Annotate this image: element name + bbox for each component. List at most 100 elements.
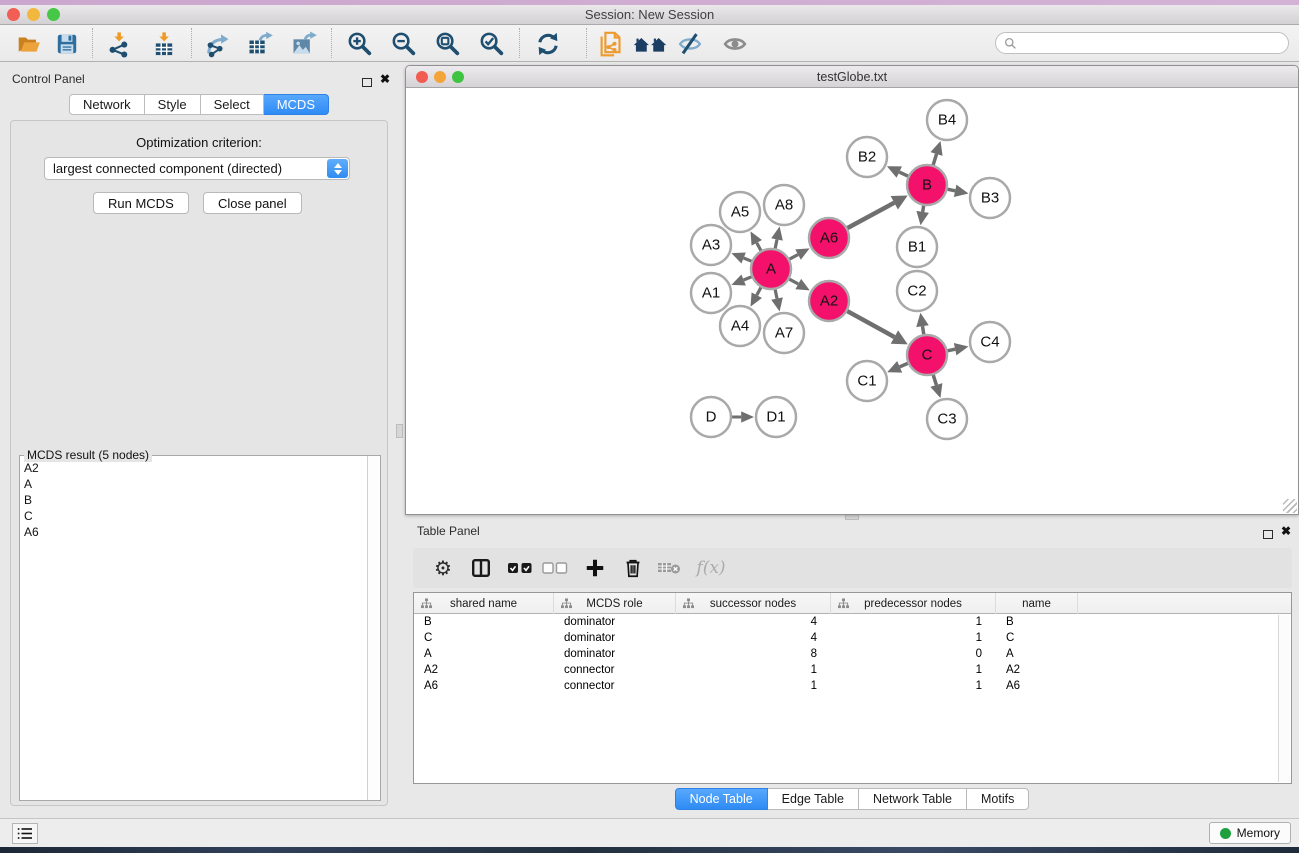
mcds-result-item[interactable]: B xyxy=(24,492,368,508)
mcds-result-item[interactable]: C xyxy=(24,508,368,524)
table-cell[interactable]: dominator xyxy=(554,614,676,630)
graph-node-A1[interactable]: A1 xyxy=(691,273,731,313)
run-mcds-button[interactable]: Run MCDS xyxy=(93,192,189,214)
zoom-in-icon[interactable] xyxy=(345,29,375,59)
hide-graphics-icon[interactable] xyxy=(675,29,705,59)
tab-style[interactable]: Style xyxy=(145,94,201,115)
column-header-MCDS-role[interactable]: MCDS role xyxy=(554,593,676,614)
graph-node-C4[interactable]: C4 xyxy=(970,322,1010,362)
graph-node-B3[interactable]: B3 xyxy=(970,178,1010,218)
table-cell[interactable]: 1 xyxy=(831,678,996,694)
delete-table-icon[interactable] xyxy=(653,553,685,583)
network-graph[interactable]: B4B2BB3A8A5A6B1A3AC2A1A2A4A7C4CC1C3DD1 xyxy=(406,88,1298,514)
network-file-icon[interactable] xyxy=(596,29,626,59)
column-header-predecessor-nodes[interactable]: predecessor nodes xyxy=(831,593,996,614)
table-cell[interactable]: 1 xyxy=(676,678,831,694)
tab-mcds[interactable]: MCDS xyxy=(264,94,329,115)
export-image-icon[interactable] xyxy=(289,29,319,59)
graph-node-A8[interactable]: A8 xyxy=(764,185,804,225)
table-cell[interactable]: 4 xyxy=(676,614,831,630)
graph-node-A6[interactable]: A6 xyxy=(809,218,849,258)
table-cell[interactable]: A xyxy=(996,646,1078,662)
tab-motifs[interactable]: Motifs xyxy=(967,788,1029,810)
graph-node-C[interactable]: C xyxy=(907,335,947,375)
network-canvas[interactable]: B4B2BB3A8A5A6B1A3AC2A1A2A4A7C4CC1C3DD1 xyxy=(406,88,1298,514)
table-cell[interactable]: 1 xyxy=(831,630,996,646)
graph-node-A2[interactable]: A2 xyxy=(809,281,849,321)
table-cell[interactable]: A2 xyxy=(414,662,554,678)
graph-node-B[interactable]: B xyxy=(907,165,947,205)
table-body[interactable]: Bdominator41BCdominator41CAdominator80AA… xyxy=(414,614,1291,694)
graph-node-A[interactable]: A xyxy=(751,249,791,289)
graph-node-C1[interactable]: C1 xyxy=(847,361,887,401)
graph-node-A5[interactable]: A5 xyxy=(720,192,760,232)
table-cell[interactable]: dominator xyxy=(554,646,676,662)
zoom-selected-icon[interactable] xyxy=(477,29,507,59)
graph-node-A7[interactable]: A7 xyxy=(764,313,804,353)
graph-node-C3[interactable]: C3 xyxy=(927,399,967,439)
table-header-row[interactable]: shared nameMCDS rolesuccessor nodesprede… xyxy=(414,593,1291,614)
table-cell[interactable]: A xyxy=(414,646,554,662)
table-cell[interactable]: 4 xyxy=(676,630,831,646)
vertical-splitter[interactable] xyxy=(395,66,404,810)
table-close-icon[interactable]: ✖ xyxy=(1281,524,1291,538)
table-cell[interactable]: 0 xyxy=(831,646,996,662)
zoom-out-icon[interactable] xyxy=(389,29,419,59)
table-cell[interactable]: C xyxy=(414,630,554,646)
mcds-result-scrollbar[interactable] xyxy=(367,456,380,800)
add-column-icon[interactable] xyxy=(579,553,611,583)
mcds-result-item[interactable]: A2 xyxy=(24,460,368,476)
float-panel-icon[interactable] xyxy=(362,74,372,92)
table-cell[interactable]: dominator xyxy=(554,630,676,646)
graph-edge-A6-B[interactable] xyxy=(846,203,895,229)
show-graphics-icon[interactable] xyxy=(720,29,750,59)
table-row[interactable]: A6connector11A6 xyxy=(414,678,1291,694)
mcds-result-list[interactable]: A2ABCA6 xyxy=(20,456,368,800)
delete-column-trash-icon[interactable] xyxy=(617,553,649,583)
deselect-all-rows-icon[interactable] xyxy=(539,553,571,583)
tab-network[interactable]: Network xyxy=(69,94,145,115)
node-table[interactable]: shared nameMCDS rolesuccessor nodesprede… xyxy=(413,592,1292,784)
mcds-result-item[interactable]: A xyxy=(24,476,368,492)
table-cell[interactable]: A6 xyxy=(996,678,1078,694)
network-minimize-button[interactable] xyxy=(434,71,446,83)
table-cell[interactable]: 1 xyxy=(676,662,831,678)
import-network-icon[interactable] xyxy=(104,29,134,59)
table-cell[interactable]: C xyxy=(996,630,1078,646)
criterion-dropdown[interactable]: largest connected component (directed) xyxy=(44,157,350,180)
splitter-grip[interactable] xyxy=(396,424,403,438)
close-panel-button[interactable]: Close panel xyxy=(203,192,302,214)
table-cell[interactable]: connector xyxy=(554,678,676,694)
table-float-icon[interactable] xyxy=(1263,526,1273,544)
table-scrollbar[interactable] xyxy=(1278,615,1290,782)
network-window-titlebar[interactable]: testGlobe.txt xyxy=(406,66,1298,88)
graph-node-D1[interactable]: D1 xyxy=(756,397,796,437)
tab-node-table[interactable]: Node Table xyxy=(675,788,768,810)
select-all-rows-icon[interactable] xyxy=(504,553,536,583)
zoom-fit-icon[interactable] xyxy=(433,29,463,59)
search-box[interactable] xyxy=(995,32,1289,54)
table-cell[interactable]: connector xyxy=(554,662,676,678)
table-row[interactable]: Adominator80A xyxy=(414,646,1291,662)
export-network-icon[interactable] xyxy=(203,29,233,59)
graph-node-D[interactable]: D xyxy=(691,397,731,437)
home-icon[interactable] xyxy=(631,29,669,59)
graph-edge-A2-C[interactable] xyxy=(846,310,895,337)
save-icon[interactable] xyxy=(52,29,82,59)
table-row[interactable]: Cdominator41C xyxy=(414,630,1291,646)
close-panel-icon[interactable]: ✖ xyxy=(380,72,390,86)
graph-node-A4[interactable]: A4 xyxy=(720,306,760,346)
table-cell[interactable]: 8 xyxy=(676,646,831,662)
table-cell[interactable]: B xyxy=(996,614,1078,630)
task-history-button[interactable] xyxy=(12,823,38,844)
graph-node-B4[interactable]: B4 xyxy=(927,100,967,140)
table-cell[interactable]: 1 xyxy=(831,662,996,678)
close-window-button[interactable] xyxy=(7,8,20,21)
table-row[interactable]: Bdominator41B xyxy=(414,614,1291,630)
column-header-shared-name[interactable]: shared name xyxy=(414,593,554,614)
graph-node-B2[interactable]: B2 xyxy=(847,137,887,177)
search-input[interactable] xyxy=(1022,36,1280,50)
graph-node-B1[interactable]: B1 xyxy=(897,227,937,267)
window-resize-grip[interactable] xyxy=(1283,499,1297,513)
table-settings-gear-icon[interactable]: ⚙ xyxy=(427,553,459,583)
